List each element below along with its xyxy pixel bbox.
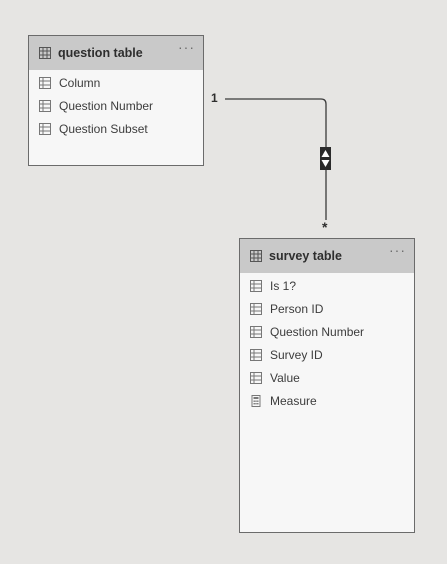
more-options-button[interactable]: ··· — [389, 242, 406, 258]
table-icon — [39, 47, 51, 59]
survey-table-card[interactable]: survey table ··· Is 1? Person ID Questio… — [239, 238, 415, 533]
field-value[interactable]: Value — [240, 366, 414, 389]
field-label: Question Number — [270, 324, 365, 339]
table-icon — [250, 250, 262, 262]
table-column-icon — [250, 371, 262, 384]
field-column[interactable]: Column — [29, 71, 203, 94]
field-measure[interactable]: Measure — [240, 389, 414, 412]
field-label: Measure — [270, 393, 317, 408]
question-table-card[interactable]: question table ··· Column Question Numbe… — [28, 35, 204, 166]
field-label: Value — [270, 370, 300, 385]
field-question-subset[interactable]: Question Subset — [29, 117, 203, 140]
field-question-number[interactable]: Question Number — [240, 320, 414, 343]
more-options-button[interactable]: ··· — [178, 39, 195, 55]
calculator-icon — [250, 394, 262, 407]
question-table-header[interactable]: question table ··· — [29, 36, 203, 70]
table-column-icon — [250, 348, 262, 361]
question-table-field-list: Column Question Number Question Subset — [29, 70, 203, 140]
field-label: Is 1? — [270, 278, 297, 293]
table-column-icon — [250, 325, 262, 338]
table-column-icon — [39, 76, 51, 89]
survey-table-field-list: Is 1? Person ID Question Number Survey I… — [240, 273, 414, 412]
field-person-id[interactable]: Person ID — [240, 297, 414, 320]
one-cardinality-label: 1 — [211, 91, 218, 105]
survey-table-header[interactable]: survey table ··· — [240, 239, 414, 273]
bidirectional-filter-icon[interactable] — [320, 147, 331, 170]
many-cardinality-label: * — [322, 219, 328, 235]
table-column-icon — [39, 122, 51, 135]
table-column-icon — [39, 99, 51, 112]
field-label: Question Subset — [59, 121, 148, 136]
field-is-1[interactable]: Is 1? — [240, 274, 414, 297]
field-survey-id[interactable]: Survey ID — [240, 343, 414, 366]
field-label: Column — [59, 75, 101, 90]
question-table-title: question table — [58, 46, 143, 60]
table-column-icon — [250, 279, 262, 292]
table-column-icon — [250, 302, 262, 315]
field-label: Question Number — [59, 98, 154, 113]
field-label: Survey ID — [270, 347, 323, 362]
survey-table-title: survey table — [269, 249, 342, 263]
field-question-number[interactable]: Question Number — [29, 94, 203, 117]
field-label: Person ID — [270, 301, 324, 316]
